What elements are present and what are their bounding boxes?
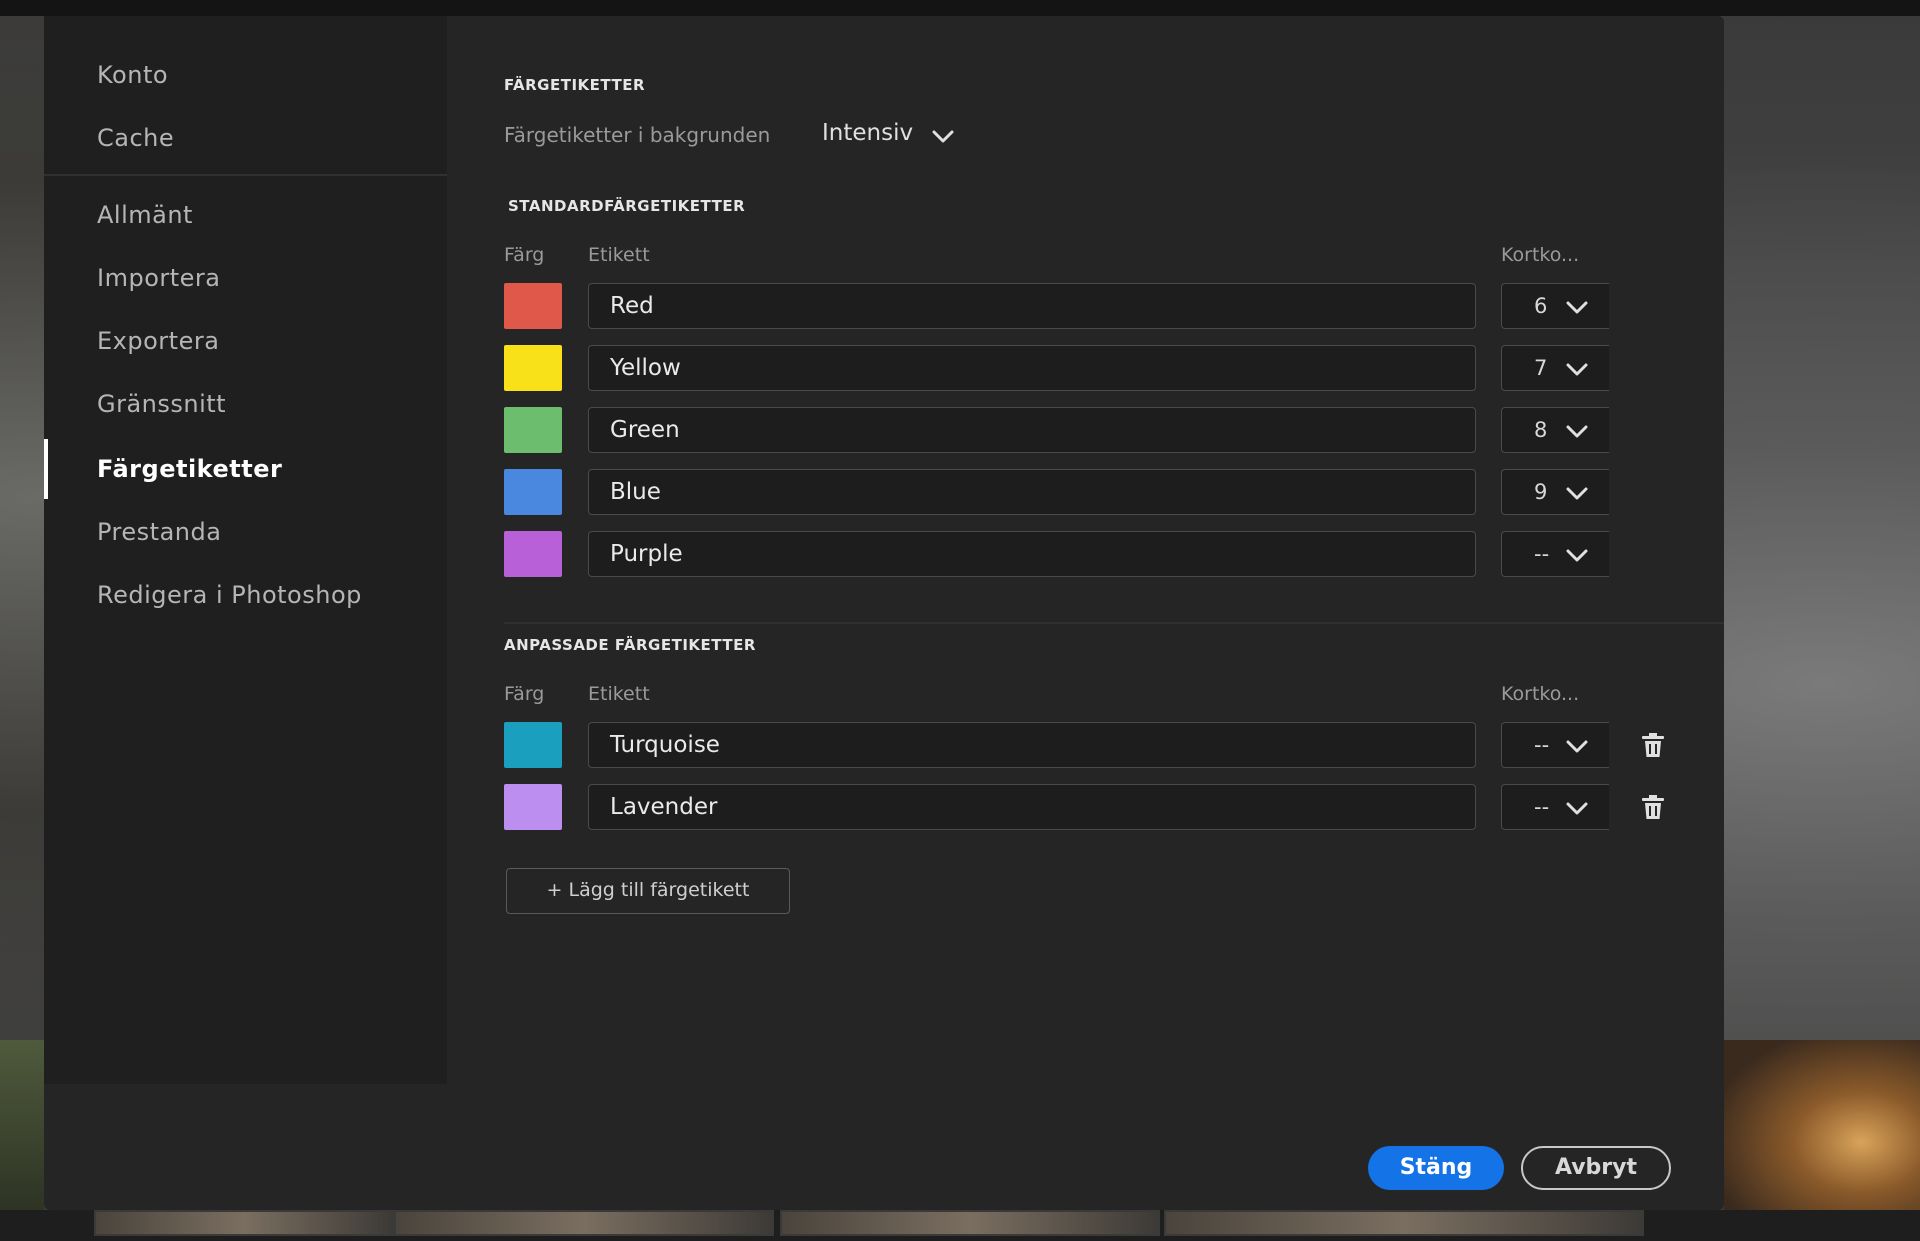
color-swatch[interactable] — [504, 345, 562, 391]
sidebar-item-redigera-i-photoshop[interactable]: Redigera i Photoshop — [97, 572, 362, 618]
label-name-input[interactable]: Yellow — [588, 345, 1476, 391]
close-button[interactable]: Stäng — [1368, 1146, 1504, 1190]
top-bar — [0, 0, 1920, 16]
label-name-input[interactable]: Turquoise — [588, 722, 1476, 768]
filmstrip-thumbnail[interactable] — [94, 1210, 394, 1236]
section-divider — [504, 622, 1724, 624]
preferences-dialog: Konto Cache Allmänt Importera Exportera … — [44, 16, 1724, 1210]
section-title-standard: STANDARDFÄRGETIKETTER — [508, 197, 746, 215]
shortcut-value: 7 — [1534, 356, 1548, 380]
shortcut-value: 8 — [1534, 418, 1548, 442]
sidebar-item-prestanda[interactable]: Prestanda — [97, 509, 221, 555]
filmstrip-thumbnail[interactable] — [780, 1210, 1160, 1236]
preferences-sidebar: Konto Cache Allmänt Importera Exportera … — [44, 16, 447, 1084]
add-color-label-button[interactable]: + Lägg till färgetikett — [506, 868, 790, 914]
shortcut-dropdown[interactable]: -- — [1501, 784, 1609, 830]
cancel-button[interactable]: Avbryt — [1521, 1146, 1671, 1190]
background-labels-label: Färgetiketter i bakgrunden — [504, 123, 771, 147]
label-name-input[interactable]: Green — [588, 407, 1476, 453]
chevron-down-icon — [932, 130, 954, 143]
sidebar-item-allmant[interactable]: Allmänt — [97, 192, 193, 238]
chevron-down-icon — [1566, 487, 1588, 500]
sidebar-item-importera[interactable]: Importera — [97, 255, 221, 301]
color-swatch[interactable] — [504, 722, 562, 768]
sidebar-item-cache[interactable]: Cache — [97, 115, 174, 161]
chevron-down-icon — [1566, 740, 1588, 753]
color-swatch[interactable] — [504, 784, 562, 830]
color-swatch[interactable] — [504, 469, 562, 515]
shortcut-value: -- — [1534, 795, 1550, 819]
filmstrip-thumbnail[interactable] — [394, 1210, 774, 1236]
column-header-label: Etikett — [588, 683, 650, 705]
sidebar-item-fargetiketter[interactable]: Färgetiketter — [97, 446, 282, 492]
label-name-input[interactable]: Lavender — [588, 784, 1476, 830]
dropdown-value: Intensiv — [822, 120, 914, 146]
color-swatch[interactable] — [504, 407, 562, 453]
column-header-color: Färg — [504, 244, 545, 266]
section-title-custom: ANPASSADE FÄRGETIKETTER — [504, 636, 756, 654]
sidebar-item-gransnitt[interactable]: Gränssnitt — [97, 381, 226, 427]
section-title-fargetiketter: FÄRGETIKETTER — [504, 76, 646, 94]
shortcut-dropdown[interactable]: 7 — [1501, 345, 1609, 391]
background-thumbnail — [1724, 1040, 1920, 1210]
label-name-input[interactable]: Red — [588, 283, 1476, 329]
sidebar-divider — [44, 174, 447, 176]
chevron-down-icon — [1566, 301, 1588, 314]
chevron-down-icon — [1566, 549, 1588, 562]
column-header-label: Etikett — [588, 244, 650, 266]
chevron-down-icon — [1566, 802, 1588, 815]
shortcut-value: -- — [1534, 733, 1550, 757]
label-name-input[interactable]: Purple — [588, 531, 1476, 577]
trash-icon[interactable] — [1641, 794, 1665, 820]
sidebar-item-konto[interactable]: Konto — [97, 52, 168, 98]
filmstrip-thumbnail[interactable] — [1164, 1210, 1644, 1236]
label-name-input[interactable]: Blue — [588, 469, 1476, 515]
background-intensity-dropdown[interactable]: Intensiv — [819, 116, 959, 154]
shortcut-dropdown[interactable]: 9 — [1501, 469, 1609, 515]
color-swatch[interactable] — [504, 531, 562, 577]
shortcut-dropdown[interactable]: 8 — [1501, 407, 1609, 453]
shortcut-dropdown[interactable]: -- — [1501, 531, 1609, 577]
shortcut-dropdown[interactable]: 6 — [1501, 283, 1609, 329]
background-thumbnail — [0, 1040, 44, 1210]
column-header-color: Färg — [504, 683, 545, 705]
color-swatch[interactable] — [504, 283, 562, 329]
chevron-down-icon — [1566, 363, 1588, 376]
shortcut-dropdown[interactable]: -- — [1501, 722, 1609, 768]
shortcut-value: 6 — [1534, 294, 1548, 318]
column-header-shortcut: Kortko... — [1501, 244, 1580, 266]
sidebar-item-exportera[interactable]: Exportera — [97, 318, 219, 364]
trash-icon[interactable] — [1641, 732, 1665, 758]
chevron-down-icon — [1566, 425, 1588, 438]
shortcut-value: -- — [1534, 542, 1550, 566]
active-indicator — [44, 439, 48, 499]
shortcut-value: 9 — [1534, 480, 1548, 504]
column-header-shortcut: Kortko... — [1501, 683, 1580, 705]
